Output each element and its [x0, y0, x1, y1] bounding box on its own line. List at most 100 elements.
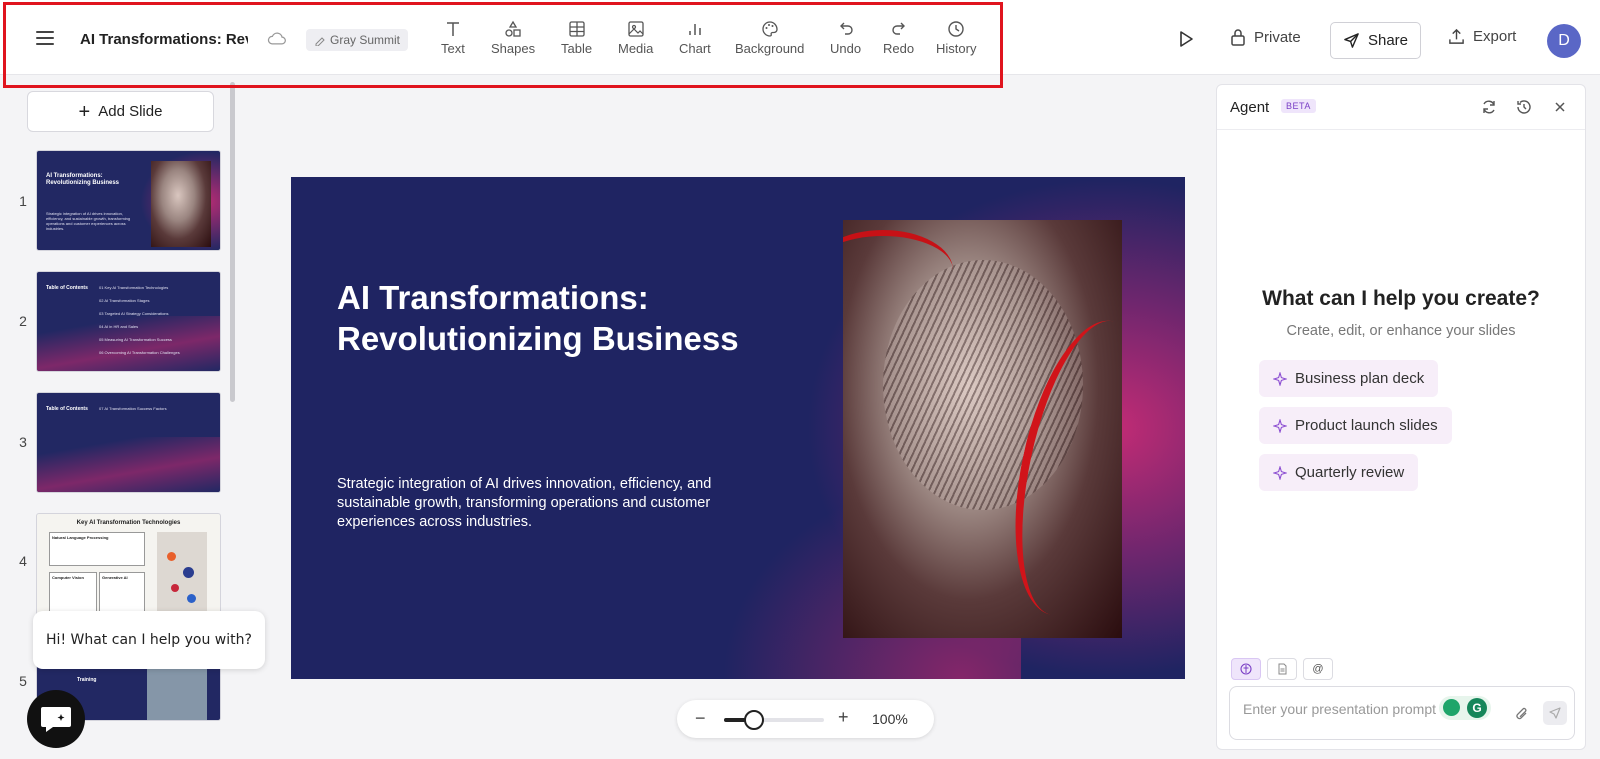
refresh-icon[interactable]: [1480, 98, 1498, 116]
toc-item: 06 Overcoming AI Transformation Challeng…: [99, 350, 180, 355]
table-tool-button[interactable]: Table: [561, 20, 592, 56]
slide-canvas[interactable]: AI Transformations: Revolutionizing Busi…: [291, 177, 1185, 679]
chat-icon: [41, 707, 71, 732]
brain-icon: [1240, 663, 1252, 675]
toc-item: 02 AI Transformation Stages: [99, 298, 150, 303]
thumb-image: [157, 532, 207, 618]
toc-item: 04 AI in HR and Sales: [99, 324, 139, 329]
text-icon: [446, 22, 459, 36]
grammarly-icon: G: [1467, 698, 1487, 718]
slide-thumbnail-3[interactable]: Table of Contents 07 AI Transformation S…: [36, 392, 221, 493]
at-icon: @: [1312, 663, 1324, 675]
clock-icon: [948, 21, 964, 37]
sparkle-icon: [1273, 371, 1287, 386]
thumb-title: AI Transformations: Revolutionizing Busi…: [46, 173, 120, 186]
grammarly-widget[interactable]: G: [1439, 696, 1491, 720]
text-tool-button[interactable]: Text: [441, 20, 465, 56]
lock-icon: [1231, 29, 1245, 46]
add-slide-button[interactable]: + Add Slide: [27, 91, 214, 132]
share-label: Share: [1367, 32, 1409, 49]
agent-heading: What can I help you create?: [1262, 287, 1540, 310]
agent-mode-chips: @: [1231, 658, 1333, 680]
thumb-title: Table of Contents: [46, 285, 88, 291]
close-icon[interactable]: [1551, 98, 1569, 116]
zoom-in-button[interactable]: +: [838, 707, 849, 728]
toc-item: 03 Targeted AI Strategy Considerations: [99, 311, 169, 316]
send-button[interactable]: [1543, 701, 1567, 725]
share-button[interactable]: Share: [1330, 22, 1421, 59]
shapes-tool-button[interactable]: Shapes: [491, 20, 535, 56]
slide-number: 4: [19, 553, 27, 569]
thumb-box-title: Generative AI: [102, 575, 128, 580]
toc-item: 05 Measuring AI Transformation Success: [99, 337, 172, 342]
agent-prompt-input[interactable]: Enter your presentation prompt G: [1229, 686, 1575, 740]
panel-scrollbar[interactable]: [230, 82, 235, 402]
slide-thumbnail-4[interactable]: Key AI Transformation Technologies Natur…: [36, 513, 221, 620]
chat-greeting-bubble[interactable]: Hi! What can I help you with?: [33, 611, 265, 669]
plus-icon: +: [78, 100, 91, 123]
zoom-control: − + 100%: [677, 700, 934, 738]
text-tool-label: Text: [441, 41, 465, 56]
thumb-body: Strategic integration of AI drives innov…: [46, 211, 131, 231]
toc-item: 07 AI Transformation Success Factors: [99, 406, 167, 411]
media-tool-button[interactable]: Media: [618, 20, 653, 56]
zoom-out-button[interactable]: −: [695, 708, 706, 729]
history-button[interactable]: History: [936, 20, 976, 56]
slide-thumbnail-2[interactable]: Table of Contents 01 Key AI Transformati…: [36, 271, 221, 372]
thumb-title: Training: [77, 677, 97, 683]
chat-launcher-button[interactable]: [27, 690, 85, 748]
agent-subheading: Create, edit, or enhance your slides: [1286, 323, 1516, 339]
suggestion-label: Business plan deck: [1295, 370, 1425, 387]
sparkle-icon: [1273, 418, 1287, 433]
zoom-value: 100%: [872, 711, 908, 727]
export-button[interactable]: Export: [1448, 28, 1516, 45]
table-tool-label: Table: [561, 41, 593, 56]
zoom-slider[interactable]: [724, 710, 824, 730]
agent-header: Agent BETA: [1217, 85, 1585, 130]
document-icon: [1278, 663, 1286, 675]
slide-number: 1: [19, 193, 27, 209]
slide-thumbnail-1[interactable]: AI Transformations: Revolutionizing Busi…: [36, 150, 221, 251]
slide-title[interactable]: AI Transformations: Revolutionizing Busi…: [337, 277, 777, 359]
document-title[interactable]: AI Transformations: Revolutionizing Busi…: [80, 31, 248, 48]
undo-button[interactable]: Undo: [830, 20, 861, 56]
agent-panel: Agent BETA What can I help you create? C…: [1216, 84, 1586, 750]
history-icon[interactable]: [1515, 98, 1533, 116]
suggestion-chip[interactable]: Quarterly review: [1259, 454, 1419, 491]
suggestion-label: Product launch slides: [1295, 417, 1438, 434]
toc-item: 01 Key AI Transformation Technologies: [99, 285, 169, 290]
chart-tool-button[interactable]: Chart: [679, 20, 711, 56]
brush-icon: [315, 37, 325, 46]
redo-label: Redo: [883, 41, 915, 56]
redo-button[interactable]: Redo: [883, 20, 914, 56]
suggestion-chip[interactable]: Business plan deck: [1259, 360, 1439, 397]
theme-chip[interactable]: Gray Summit: [306, 29, 409, 51]
mode-chip-brain[interactable]: [1231, 658, 1261, 680]
slide-number: 2: [19, 313, 27, 329]
paperclip-icon[interactable]: [1514, 705, 1530, 723]
media-tool-label: Media: [618, 41, 654, 56]
slide-number: 5: [19, 673, 27, 689]
theme-chip-label: Gray Summit: [330, 33, 401, 47]
thumb-wave: [37, 437, 220, 492]
suggestion-chip[interactable]: Product launch slides: [1259, 407, 1452, 444]
menu-icon[interactable]: [34, 28, 56, 48]
slide-image[interactable]: [843, 220, 1122, 638]
mode-chip-document[interactable]: [1267, 658, 1297, 680]
background-tool-button[interactable]: Background: [735, 20, 804, 56]
avatar[interactable]: D: [1547, 24, 1581, 58]
shapes-icon: [505, 20, 521, 37]
chart-tool-label: Chart: [679, 41, 711, 56]
send-icon: [1549, 707, 1561, 719]
thumb-box-title: Natural Language Processing: [52, 535, 109, 540]
undo-label: Undo: [830, 41, 862, 56]
thumb-title: Key AI Transformation Technologies: [76, 520, 181, 526]
play-icon[interactable]: [1178, 30, 1194, 48]
slide-subtitle[interactable]: Strategic integration of AI drives innov…: [337, 475, 747, 532]
redo-icon: [891, 22, 905, 35]
private-label: Private: [1254, 28, 1301, 46]
zoom-slider-handle[interactable]: [744, 710, 764, 730]
private-button[interactable]: Private: [1230, 28, 1301, 46]
mode-chip-mention[interactable]: @: [1303, 658, 1333, 680]
table-icon: [568, 21, 585, 37]
